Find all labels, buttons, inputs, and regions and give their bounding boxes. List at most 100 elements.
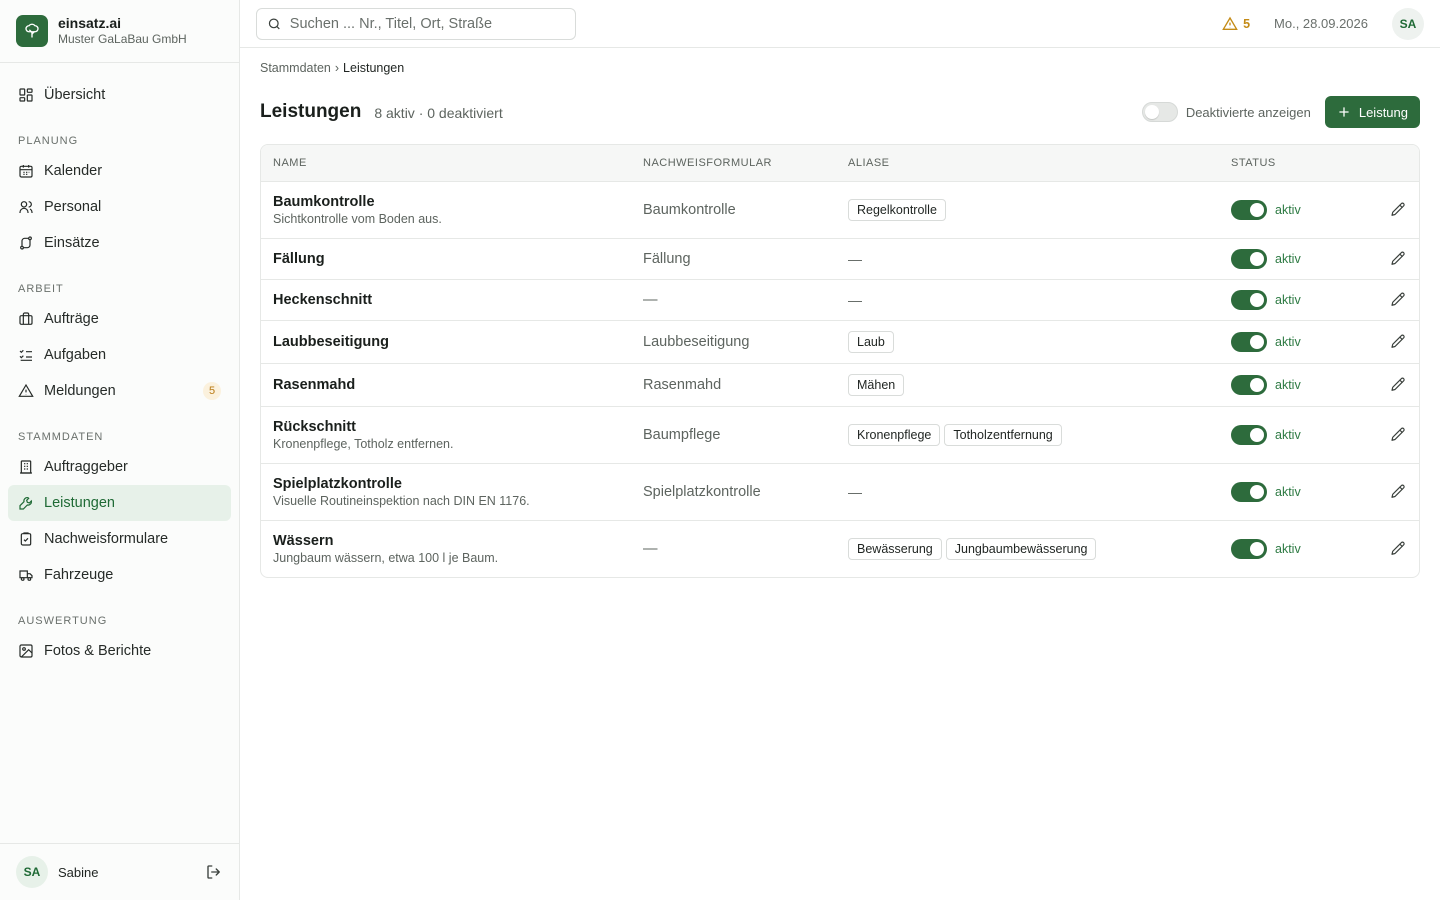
avatar[interactable]: SA: [16, 856, 48, 888]
status-label: aktiv: [1275, 542, 1301, 556]
sidebar-item-fotos[interactable]: Fotos & Berichte: [8, 633, 231, 669]
table-row[interactable]: Spielplatzkontrolle Visuelle Routineinspe…: [261, 463, 1419, 520]
user-avatar-button[interactable]: SA: [1392, 7, 1424, 40]
leistung-name: Rückschnitt: [273, 419, 356, 435]
brand[interactable]: einsatz.ai Muster GaLaBau GmbH: [0, 0, 239, 63]
alias-chip: Kronenpflege: [848, 424, 941, 446]
edit-pencil-icon[interactable]: [1389, 333, 1407, 351]
status-label: aktiv: [1275, 203, 1301, 217]
sidebar-item-auftraege[interactable]: Aufträge: [8, 301, 231, 337]
clipboard-check-icon: [20, 532, 32, 546]
nachweisformular-value: Baumpflege: [643, 427, 721, 443]
sidebar-item-personal[interactable]: Personal: [8, 189, 231, 225]
app-root: einsatz.ai Muster GaLaBau GmbH Übersicht…: [0, 0, 1440, 900]
sidebar-item-label: Meldungen: [44, 383, 116, 399]
column-header-form[interactable]: NACHWEISFORMULAR: [643, 157, 848, 169]
table-row[interactable]: Rasenmahd Rasenmahd Mähen aktiv: [261, 363, 1419, 406]
status-label: aktiv: [1275, 293, 1301, 307]
table-header: NAME NACHWEISFORMULAR ALIASE STATUS: [261, 145, 1419, 181]
sidebar-item-label: Aufgaben: [44, 347, 107, 363]
breadcrumb-separator: ›: [334, 61, 340, 75]
status-toggle[interactable]: [1231, 332, 1267, 352]
alerts-button[interactable]: 5: [1222, 16, 1250, 32]
sidebar-item-auftraggeber[interactable]: Auftraggeber: [8, 449, 231, 485]
edit-pencil-icon[interactable]: [1389, 291, 1407, 309]
search-box[interactable]: [256, 7, 576, 40]
status-toggle[interactable]: [1231, 539, 1267, 559]
sidebar-item-nachweisformulare[interactable]: Nachweisformulare: [8, 521, 231, 557]
edit-pencil-icon[interactable]: [1389, 426, 1407, 444]
nav-section-stammdaten: STAMMDATEN: [18, 431, 104, 443]
sidebar: einsatz.ai Muster GaLaBau GmbH Übersicht…: [0, 0, 240, 900]
add-leistung-button[interactable]: Leistung: [1324, 96, 1420, 128]
leistung-name: Heckenschnitt: [273, 292, 373, 308]
sidebar-item-leistungen[interactable]: Leistungen: [8, 485, 231, 521]
breadcrumb-parent[interactable]: Stammdaten: [260, 61, 331, 75]
table-row[interactable]: Fällung Fällung — aktiv: [261, 238, 1419, 279]
status-label: aktiv: [1275, 378, 1301, 392]
search-icon: [268, 17, 280, 29]
nav-section-auswertung: AUSWERTUNG: [18, 615, 108, 627]
building-icon: [20, 460, 32, 474]
sidebar-item-kalender[interactable]: Kalender: [8, 153, 231, 189]
truck-icon: [19, 570, 33, 581]
column-header-aliases[interactable]: ALIASE: [848, 157, 1231, 169]
nav-section-arbeit: ARBEIT: [18, 283, 64, 295]
nachweisformular-value: —: [643, 541, 658, 557]
current-date: Mo., 28.09.2026: [1274, 16, 1368, 31]
sidebar-item-label: Einsätze: [44, 235, 100, 251]
edit-pencil-icon[interactable]: [1389, 483, 1407, 501]
alias-chip: Jungbaumbewässerung: [945, 538, 1097, 560]
search-input[interactable]: [289, 15, 565, 32]
sidebar-item-label: Kalender: [44, 163, 103, 179]
show-deactivated-toggle[interactable]: [1141, 102, 1178, 122]
nachweisformular-value: Rasenmahd: [643, 377, 722, 393]
leistung-description: Jungbaum wässern, etwa 100 l je Baum.: [273, 551, 499, 565]
table-row[interactable]: Wässern Jungbaum wässern, etwa 100 l je B…: [261, 520, 1419, 577]
alias-chip: Mähen: [848, 374, 905, 396]
brand-logo-icon: [16, 15, 48, 47]
table-row[interactable]: Baumkontrolle Sichtkontrolle vom Boden au…: [261, 181, 1419, 238]
breadcrumb-current: Leistungen: [343, 61, 405, 75]
leistung-name: Wässern: [273, 533, 334, 549]
sidebar-item-label: Aufträge: [44, 311, 99, 327]
leistung-description: Kronenpflege, Totholz entfernen.: [273, 437, 454, 451]
table-row[interactable]: Heckenschnitt — — aktiv: [261, 279, 1419, 320]
status-toggle[interactable]: [1231, 482, 1267, 502]
table-body: Baumkontrolle Sichtkontrolle vom Boden au…: [261, 181, 1419, 577]
edit-pencil-icon[interactable]: [1389, 201, 1407, 219]
alias-list: Kronenpflege Totholzentfernung: [848, 424, 1231, 446]
table-row[interactable]: Rückschnitt Kronenpflege, Totholz entfern…: [261, 406, 1419, 463]
edit-pencil-icon[interactable]: [1389, 540, 1407, 558]
sidebar-item-aufgaben[interactable]: Aufgaben: [8, 337, 231, 373]
alias-empty: —: [848, 251, 862, 267]
status-toggle[interactable]: [1231, 425, 1267, 445]
sidebar-item-einsaetze[interactable]: Einsätze: [8, 225, 231, 261]
main: 5 Mo., 28.09.2026 SA Stammdaten › Leistu…: [240, 0, 1440, 900]
dashboard-icon: [19, 88, 33, 102]
show-deactivated-label: Deaktivierte anzeigen: [1185, 104, 1311, 120]
status-toggle[interactable]: [1231, 200, 1267, 220]
checklist-icon: [19, 349, 32, 361]
brand-name: einsatz.ai: [58, 15, 122, 32]
leistung-name: Baumkontrolle: [273, 194, 375, 210]
logout-icon[interactable]: [205, 863, 223, 881]
status-toggle[interactable]: [1231, 249, 1267, 269]
column-header-name[interactable]: NAME: [261, 157, 643, 169]
brand-company: Muster GaLaBau GmbH: [58, 32, 187, 47]
sidebar-item-label: Auftraggeber: [44, 459, 128, 475]
edit-pencil-icon[interactable]: [1389, 250, 1407, 268]
table-row[interactable]: Laubbeseitigung Laubbeseitigung Laub aktiv: [261, 320, 1419, 363]
sidebar-item-uebersicht[interactable]: Übersicht: [8, 77, 231, 113]
status-toggle[interactable]: [1231, 290, 1267, 310]
edit-pencil-icon[interactable]: [1389, 376, 1407, 394]
sidebar-item-fahrzeuge[interactable]: Fahrzeuge: [8, 557, 231, 593]
alias-chip: Laub: [848, 331, 894, 353]
image-icon: [19, 644, 33, 658]
column-header-status[interactable]: STATUS: [1231, 157, 1351, 169]
page-title: Leistungen: [260, 101, 362, 122]
sidebar-item-meldungen[interactable]: Meldungen 5: [8, 373, 231, 409]
status-toggle[interactable]: [1231, 375, 1267, 395]
alerts-count: 5: [1243, 16, 1251, 31]
leistung-name: Fällung: [273, 251, 325, 267]
